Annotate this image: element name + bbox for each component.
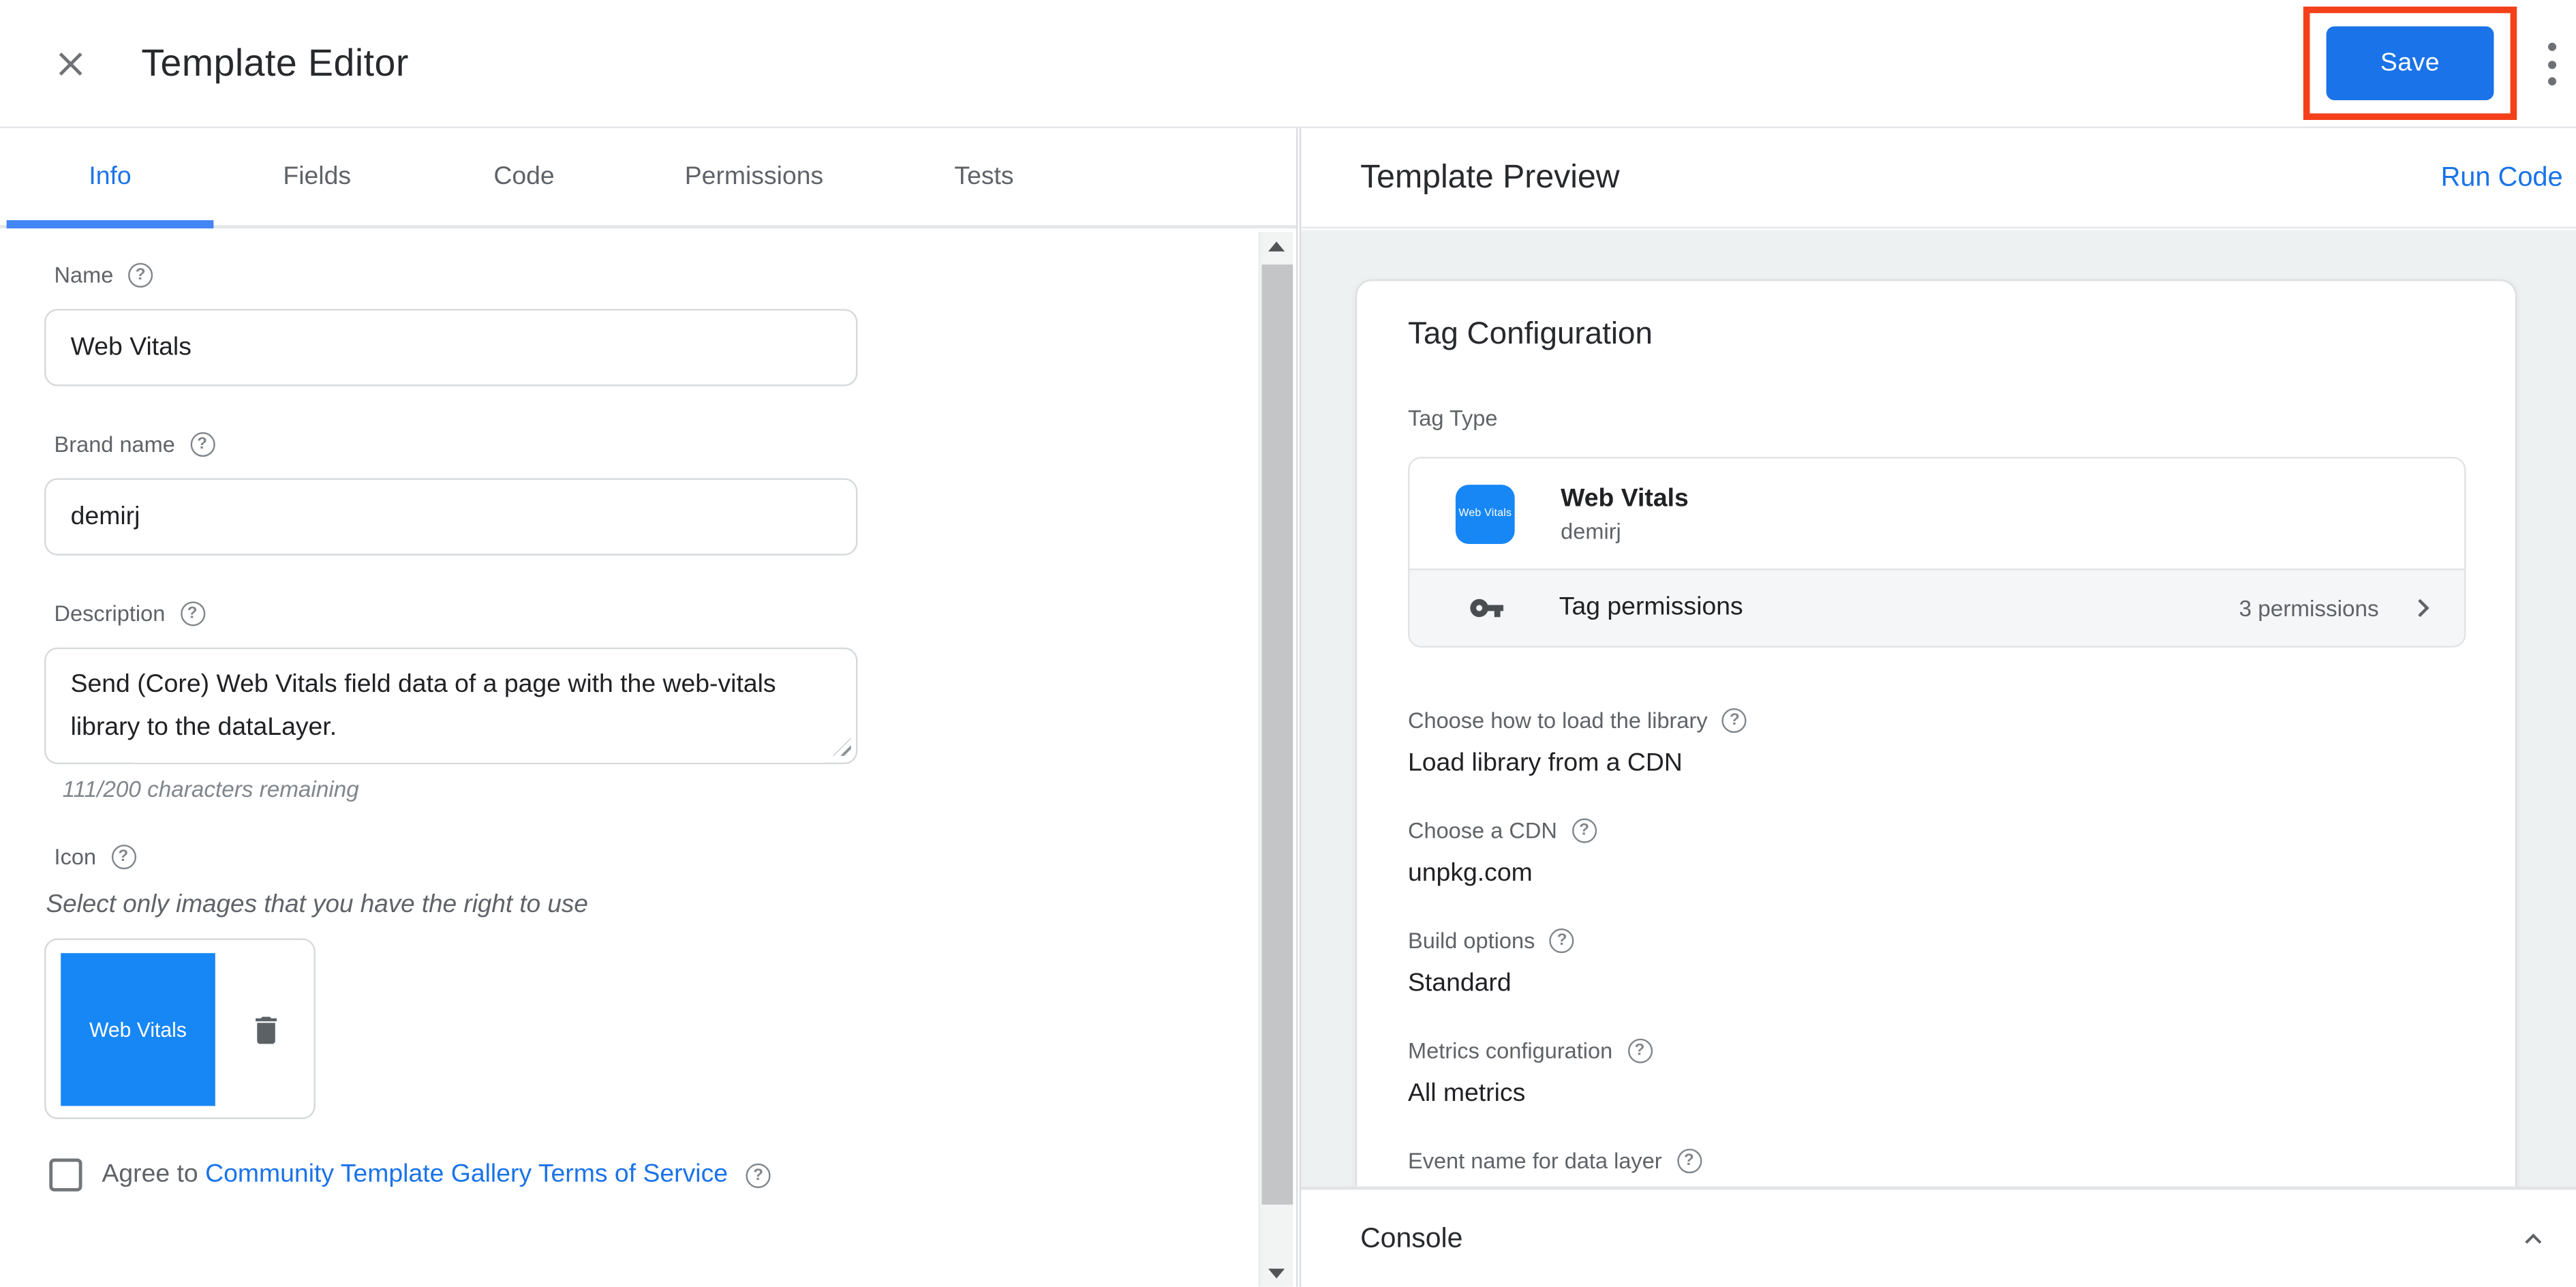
scrollbar-thumb[interactable] [1261, 264, 1293, 1205]
property-load-library: Choose how to load the library Load libr… [1408, 707, 2466, 779]
help-icon[interactable] [128, 262, 153, 288]
description-field[interactable]: Send (Core) Web Vitals field data of a p… [44, 647, 858, 764]
help-icon[interactable] [1550, 927, 1575, 953]
web-vitals-icon: Web Vitals [1455, 483, 1515, 543]
tag-permissions-row[interactable]: Tag permissions 3 permissions [1409, 569, 2465, 646]
tag-brand: demirj [1561, 519, 1621, 544]
preview-title: Template Preview [1360, 158, 1620, 195]
editor-tabs: Info Fields Code Permissions Tests [0, 128, 1297, 229]
agree-checkbox[interactable] [49, 1158, 82, 1192]
icon-label: Icon [55, 845, 1259, 870]
template-icon-thumbnail: Web Vitals [61, 953, 215, 1106]
terms-agree-row: Agree to Community Template Gallery Term… [44, 1158, 1259, 1192]
property-event-name: Event name for data layer Use predefined… [1408, 1147, 2466, 1187]
top-app-bar: Template Editor Save [0, 0, 2576, 129]
help-icon[interactable] [180, 601, 205, 626]
editor-panel: Info Fields Code Permissions Tests Name … [0, 128, 1298, 1287]
save-button[interactable]: Save [2326, 26, 2494, 101]
brand-name-field[interactable] [44, 478, 858, 556]
left-scrollbar[interactable] [1258, 231, 1293, 1287]
help-icon[interactable] [110, 845, 136, 870]
help-icon[interactable] [1676, 1147, 1702, 1173]
tab-code[interactable]: Code [420, 128, 628, 225]
template-preview-panel: Template Preview Run Code Tag Configurat… [1299, 128, 2576, 1287]
property-cdn: Choose a CDN unpkg.com [1408, 817, 2466, 889]
help-icon[interactable] [1571, 817, 1597, 843]
run-code-link[interactable]: Run Code [2441, 162, 2563, 193]
property-build-options: Build options Standard [1408, 927, 2466, 999]
annotation-highlight: Save [2303, 6, 2517, 120]
scroll-down-arrow[interactable] [1260, 1259, 1293, 1287]
tab-permissions[interactable]: Permissions [628, 128, 880, 225]
tab-tests[interactable]: Tests [880, 128, 1088, 225]
tab-fields[interactable]: Fields [213, 128, 420, 225]
console-bar[interactable]: Console [1301, 1186, 2576, 1287]
close-icon[interactable] [51, 44, 91, 83]
info-form: Name Brand name Description Send (Core) … [0, 232, 1259, 1287]
page-title: Template Editor [141, 41, 409, 84]
icon-rights-hint: Select only images that you have the rig… [46, 890, 588, 919]
chevron-right-icon [2418, 599, 2429, 618]
tag-configuration-card: Tag Configuration Tag Type Web Vitals We… [1355, 279, 2517, 1187]
name-field[interactable] [44, 309, 858, 387]
icon-upload-card[interactable]: Web Vitals [44, 938, 316, 1119]
help-icon[interactable] [1627, 1038, 1653, 1063]
delete-icon[interactable] [248, 1011, 284, 1050]
tag-name: Web Vitals [1561, 485, 1689, 513]
help-icon[interactable] [746, 1162, 771, 1187]
tag-configuration-title: Tag Configuration [1407, 317, 1653, 352]
permissions-count: 3 permissions [2239, 595, 2379, 621]
agree-text: Agree to Community Template Gallery Term… [102, 1160, 729, 1188]
tag-type-box: Web Vitals Web Vitals demirj Tag permiss… [1407, 457, 2466, 648]
tab-info[interactable]: Info [6, 128, 214, 229]
tag-properties: Choose how to load the library Load libr… [1408, 707, 2466, 1187]
tag-type-label: Tag Type [1407, 406, 1498, 431]
name-label: Name [55, 262, 1259, 288]
console-label: Console [1360, 1222, 1463, 1254]
preview-header: Template Preview Run Code [1301, 128, 2576, 229]
key-icon [1470, 599, 1504, 618]
brand-name-label: Brand name [55, 432, 1259, 457]
tag-type-row: Web Vitals Web Vitals demirj [1409, 458, 2465, 569]
tag-permissions-label: Tag permissions [1559, 593, 1743, 622]
characters-remaining: 111/200 characters remaining [62, 777, 359, 802]
description-label: Description [55, 601, 1259, 626]
scroll-up-arrow[interactable] [1260, 232, 1293, 260]
terms-of-service-link[interactable]: Community Template Gallery Terms of Serv… [205, 1160, 728, 1188]
help-icon[interactable] [1722, 707, 1747, 732]
template-editor-window: Template Editor Save Info Fields Code Pe… [0, 0, 2576, 1287]
more-vert-icon[interactable] [2539, 42, 2565, 86]
property-metrics-configuration: Metrics configuration All metrics [1408, 1037, 2466, 1109]
help-icon[interactable] [189, 432, 215, 457]
preview-body: Tag Configuration Tag Type Web Vitals We… [1301, 230, 2576, 1187]
chevron-up-icon[interactable] [2517, 1222, 2549, 1254]
